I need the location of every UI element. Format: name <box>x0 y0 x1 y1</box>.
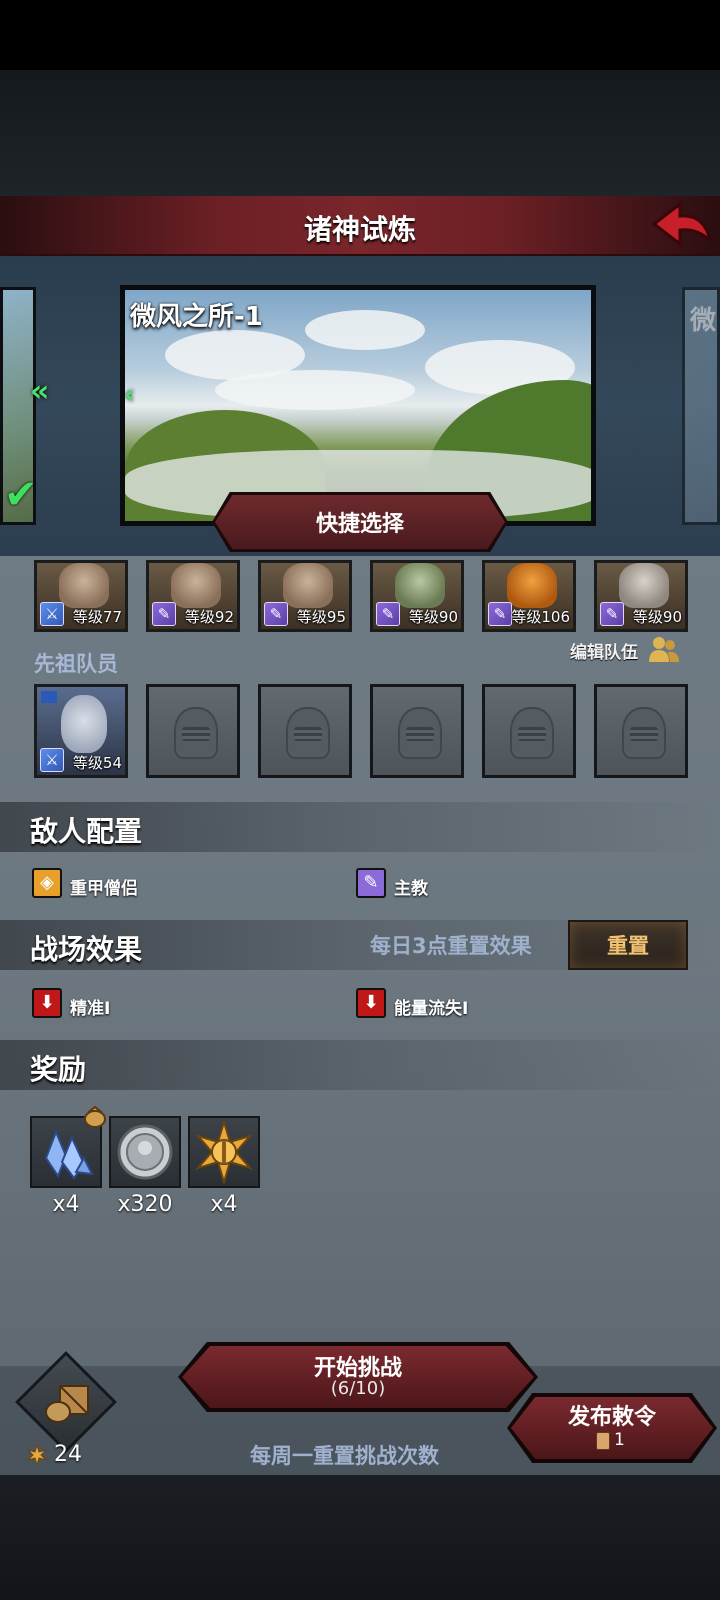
hero-level: 等级95 <box>296 608 346 626</box>
staff-icon: ✎ <box>264 602 288 626</box>
edit-team-button[interactable]: 编辑队伍 <box>570 638 638 663</box>
hero-portrait <box>283 563 333 608</box>
staff-icon: ✎ <box>488 602 512 626</box>
sun-medal-icon <box>194 1118 254 1186</box>
hero-portrait <box>59 563 109 608</box>
weekly-reset-note: 每周一重置挑战次数 <box>250 1444 439 1468</box>
staff-icon: ✎ <box>152 602 176 626</box>
empty-slot[interactable] <box>594 684 688 778</box>
effect-name: 精准I <box>70 999 111 1019</box>
rewards-section-title: 奖励 <box>30 1053 87 1086</box>
shield-icon: ◈ <box>32 868 62 898</box>
sword-icon: ⚔ <box>40 748 64 772</box>
chevron-left-icon[interactable]: ‹ <box>124 380 135 410</box>
status-bar-area <box>0 0 720 70</box>
prev-stage-chevron-icon[interactable]: « <box>30 374 49 409</box>
hero-level: 等级106 <box>511 608 570 626</box>
bag-badge-icon <box>84 1105 106 1128</box>
sun-currency-icon <box>26 1444 48 1466</box>
stage-name: 微风之所-1 <box>130 302 263 332</box>
enemy-name: 重甲僧侣 <box>70 879 138 899</box>
next-stage-name: 微 <box>690 306 717 336</box>
top-backdrop <box>0 70 720 196</box>
hero-card-2[interactable]: ✎ 等级92 <box>146 560 240 632</box>
pumpkin-portrait <box>507 563 557 608</box>
reward-silver-coin[interactable] <box>109 1116 181 1188</box>
crate-bag-icon <box>45 1385 89 1423</box>
hero-level: 等级54 <box>72 754 122 772</box>
page-title: 诸神试炼 <box>303 213 416 246</box>
bottom-backdrop <box>0 1475 720 1600</box>
empty-slot[interactable] <box>146 684 240 778</box>
completed-check-icon: ✔ <box>4 472 38 518</box>
team-edit-icon[interactable] <box>648 634 680 664</box>
ancestor-hero-card[interactable]: ⚔ 等级54 <box>34 684 128 778</box>
sword-icon: ⚔ <box>40 602 64 626</box>
hero-portrait <box>619 563 669 608</box>
empty-slot[interactable] <box>370 684 464 778</box>
hero-portrait <box>171 563 221 608</box>
crystal-icon <box>44 1129 94 1180</box>
empty-slot[interactable] <box>258 684 352 778</box>
hero-portrait <box>61 695 107 753</box>
flag-icon <box>41 691 57 703</box>
scroll-icon <box>596 1432 610 1450</box>
down-arrow-icon: ⬇ <box>356 988 386 1018</box>
reward-count: x4 <box>52 1192 80 1217</box>
battlefield-section-title: 战场效果 <box>30 933 143 966</box>
hero-portrait <box>395 563 445 608</box>
staff-icon: ✎ <box>376 602 400 626</box>
silver-coin-icon <box>117 1124 173 1180</box>
publish-decree-label: 发布敕令 <box>567 1405 656 1430</box>
enemy-section-title: 敌人配置 <box>30 815 143 848</box>
hero-card-1[interactable]: ⚔ 等级77 <box>34 560 128 632</box>
sun-currency-count: 24 <box>54 1442 82 1467</box>
hero-card-3[interactable]: ✎ 等级95 <box>258 560 352 632</box>
back-arrow-icon[interactable] <box>650 200 714 250</box>
ancestor-label: 先祖队员 <box>34 652 118 676</box>
decree-count: 1 <box>614 1430 625 1450</box>
staff-icon: ✎ <box>600 602 624 626</box>
down-arrow-icon: ⬇ <box>32 988 62 1018</box>
effect-name: 能量流失I <box>394 999 469 1019</box>
staff-icon: ✎ <box>356 868 386 898</box>
reward-crystal[interactable] <box>30 1105 106 1188</box>
reward-sun-medal[interactable] <box>188 1116 260 1188</box>
quick-select-button[interactable]: 快捷选择 <box>215 495 505 549</box>
rewards-section-band <box>0 1040 720 1090</box>
reward-count: x4 <box>210 1192 238 1217</box>
hero-level: 等级92 <box>184 608 234 626</box>
hero-level: 等级90 <box>408 608 458 626</box>
reset-note: 每日3点重置效果 <box>370 934 532 958</box>
reward-count: x320 <box>117 1192 173 1217</box>
hero-level: 等级77 <box>72 608 122 626</box>
reset-button[interactable]: 重置 <box>568 920 688 970</box>
hero-card-4[interactable]: ✎ 等级90 <box>370 560 464 632</box>
hero-level: 等级90 <box>632 608 682 626</box>
hero-card-5[interactable]: ✎ 等级106 <box>482 560 576 632</box>
empty-slot[interactable] <box>482 684 576 778</box>
enemy-name: 主教 <box>394 879 428 899</box>
challenge-count: (6/10) <box>330 1378 386 1399</box>
hero-card-6[interactable]: ✎ 等级90 <box>594 560 688 632</box>
